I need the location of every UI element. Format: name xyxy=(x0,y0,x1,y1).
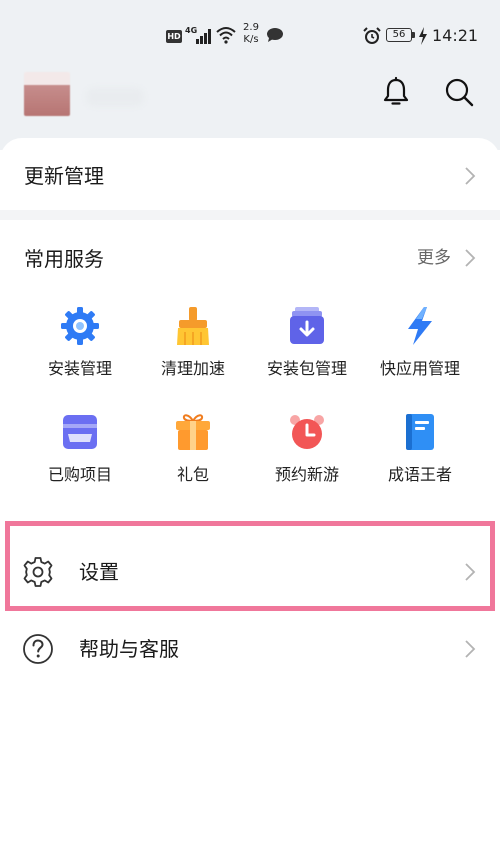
help-support-row[interactable] xyxy=(0,620,500,680)
package-icon xyxy=(290,307,324,344)
username-blurred xyxy=(86,88,144,106)
service-item-package-management[interactable]: 安装包管理 xyxy=(251,306,363,396)
service-label: 预约新游 xyxy=(274,465,339,484)
section-divider xyxy=(0,210,500,220)
avatar[interactable] xyxy=(24,72,70,116)
services-title: 常用服务 xyxy=(24,247,104,271)
speed-unit: K/s xyxy=(243,34,259,45)
update-management-label: 更新管理 xyxy=(24,164,104,188)
service-label: 快应用管理 xyxy=(379,359,460,378)
chevron-right-icon[interactable] xyxy=(464,248,476,268)
status-time: 14:21 xyxy=(432,26,479,45)
battery-indicator: 56 xyxy=(386,28,412,42)
service-label: 礼包 xyxy=(176,465,209,484)
broom-icon xyxy=(177,307,209,345)
chevron-right-icon xyxy=(465,563,476,581)
service-label: 安装包管理 xyxy=(266,359,347,378)
gear-icon xyxy=(23,557,53,587)
book-icon xyxy=(406,414,434,450)
settings-label[interactable]: 设置 xyxy=(79,558,119,586)
update-management-row[interactable]: 更新管理 xyxy=(0,150,500,206)
service-label: 安装管理 xyxy=(47,359,112,378)
help-support-label[interactable]: 帮助与客服 xyxy=(79,635,179,663)
gift-icon xyxy=(176,414,210,450)
help-icon xyxy=(23,634,53,664)
alarm-icon xyxy=(363,27,381,44)
wifi-icon xyxy=(216,27,236,44)
charging-icon xyxy=(419,27,427,45)
service-item-reserve-new-games[interactable]: 预约新游 xyxy=(251,412,363,502)
install-gear-icon xyxy=(61,307,99,345)
settings-row[interactable] xyxy=(0,540,500,604)
battery-tip xyxy=(412,32,415,38)
service-item-idiom-king[interactable]: 成语王者 xyxy=(364,412,476,502)
signal-icon xyxy=(196,28,212,44)
hd-badge: HD xyxy=(166,30,182,43)
alarm-clock-icon xyxy=(290,415,324,449)
lightning-icon xyxy=(408,307,432,345)
service-label: 清理加速 xyxy=(160,359,225,378)
speed-value: 2.9 xyxy=(243,22,259,33)
service-item-clean-speedup[interactable]: 清理加速 xyxy=(137,306,249,396)
service-item-install-management[interactable]: 安装管理 xyxy=(24,306,136,396)
service-label: 已购项目 xyxy=(47,465,112,484)
bell-icon[interactable] xyxy=(380,76,412,108)
chevron-right-icon xyxy=(465,640,476,658)
wallet-icon xyxy=(63,415,97,449)
service-label: 成语王者 xyxy=(387,465,452,484)
status-bar: HD 4G 2.9 K/s 56 14:21 xyxy=(0,18,500,58)
network-speed: 2.9 K/s xyxy=(240,22,262,46)
service-item-gift-pack[interactable]: 礼包 xyxy=(137,412,249,502)
more-link[interactable]: 更多 xyxy=(417,246,451,270)
service-item-purchased-items[interactable]: 已购项目 xyxy=(24,412,136,502)
message-icon xyxy=(267,28,283,42)
search-icon[interactable] xyxy=(443,76,475,108)
service-item-quick-app-management[interactable]: 快应用管理 xyxy=(364,306,476,396)
chevron-right-icon xyxy=(465,167,476,185)
